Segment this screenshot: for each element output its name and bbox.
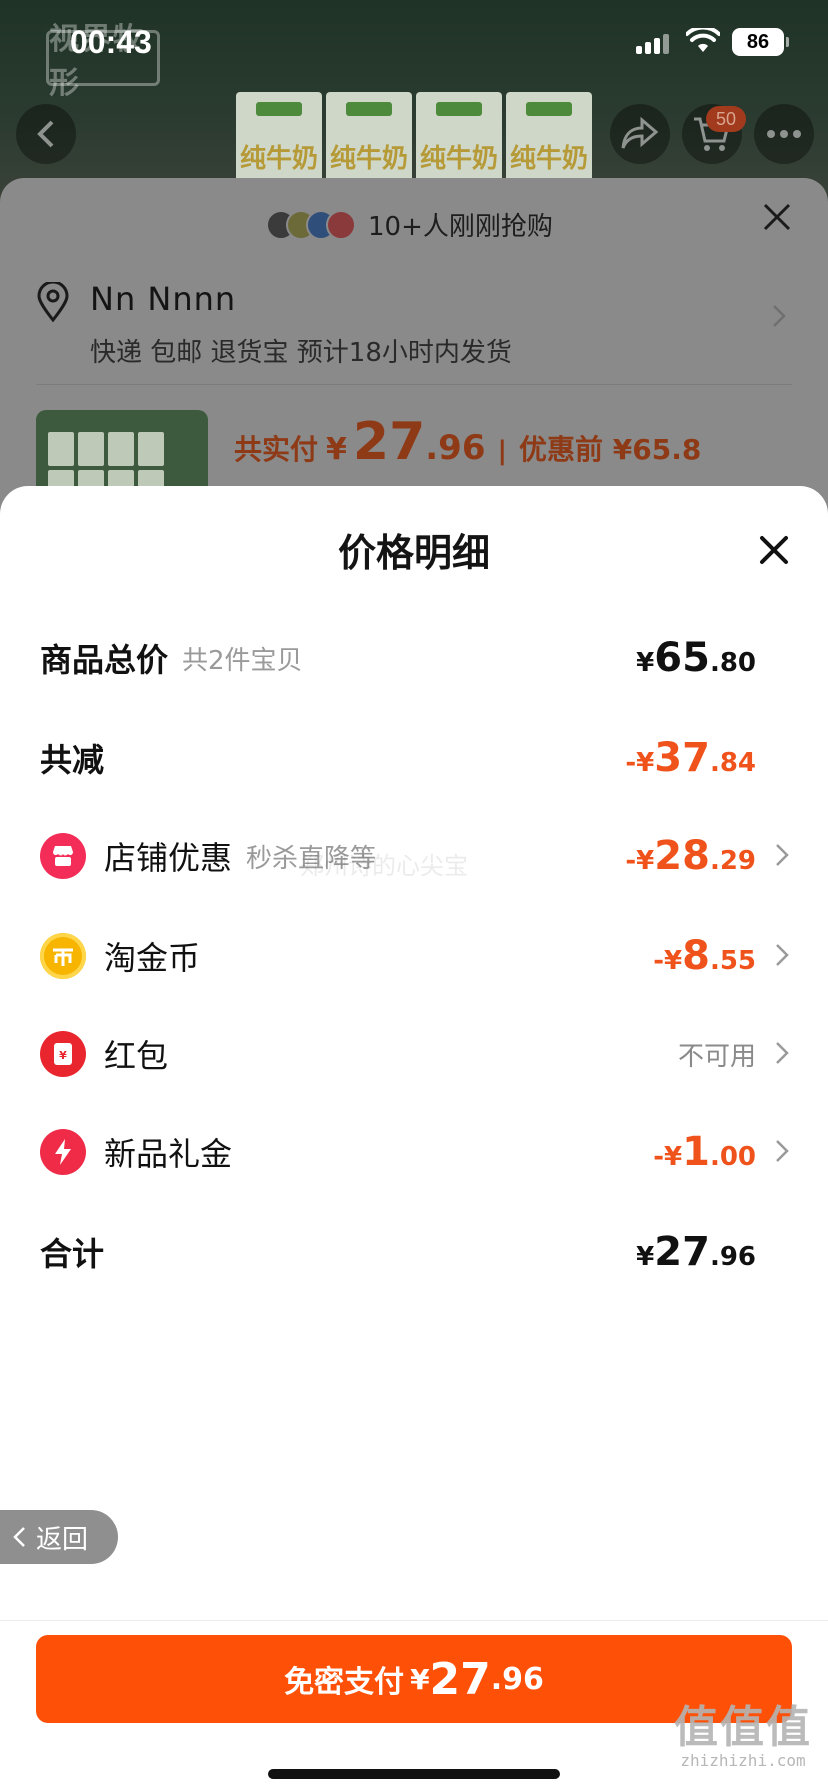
pay-yen: ¥ [326, 432, 347, 467]
row-taojinbi[interactable]: 淘金币 -¥ 8.55 [40, 926, 789, 986]
wifi-icon [686, 28, 720, 52]
row-amount: ¥27.96 [636, 1229, 756, 1275]
svg-text:¥: ¥ [59, 1049, 67, 1062]
chevron-left-icon [37, 120, 54, 148]
row-label: 新品礼金 [104, 1135, 233, 1173]
row-status: 不可用 [677, 1041, 756, 1072]
return-button[interactable]: 返回 [0, 1510, 118, 1564]
row-item-total: 商品总价 共2件宝贝 ¥65.80 [40, 628, 756, 688]
cellular-signal-icon [636, 34, 669, 54]
sheet-title: 价格明细 [337, 531, 490, 575]
row-label: 商品总价 [40, 641, 169, 679]
buyers-text: 10+人刚刚抢购 [368, 212, 553, 242]
status-time: 00:43 [70, 24, 152, 60]
buyer-avatar [326, 209, 356, 240]
back-arrow-button[interactable] [16, 104, 76, 164]
divider [36, 384, 792, 385]
chevron-right-icon[interactable] [774, 1138, 790, 1164]
share-button[interactable] [610, 104, 670, 164]
row-sublabel: 秒杀直降等 [246, 843, 377, 874]
chevron-right-icon[interactable] [774, 942, 790, 968]
location-pin-icon [37, 282, 69, 322]
pay-separator: | [497, 436, 508, 466]
row-label: 共减 [40, 741, 105, 779]
pre-discount-price: 优惠前 ¥65.8 [519, 433, 702, 466]
more-dots-icon [767, 130, 801, 138]
close-icon[interactable] [758, 534, 790, 566]
battery-indicator: 86 [732, 28, 789, 56]
pay-button-dec: .96 [490, 1661, 544, 1697]
row-new-product-gift[interactable]: 新品礼金 -¥ 1.00 [40, 1122, 789, 1182]
row-label: 红包 [104, 1037, 169, 1075]
row-grand-total: 合计 ¥27.96 [40, 1222, 756, 1282]
recent-buyers: 10+人刚刚抢购 [266, 206, 553, 243]
row-amount: -¥ 28.29 [625, 833, 756, 879]
more-button[interactable] [754, 104, 814, 164]
store-icon [40, 833, 86, 879]
row-amount: -¥ 37.84 [625, 735, 756, 781]
coin-icon [40, 933, 86, 979]
close-icon[interactable] [762, 202, 792, 232]
pay-button-int: 27 [429, 1653, 491, 1705]
order-confirm-sheet: 10+人刚刚抢购 Nn Nnnn 快递 包邮 退货宝 预计18小时内发货 共实付… [0, 178, 828, 538]
row-label: 店铺优惠 [104, 839, 233, 877]
shipping-info: 快递 包邮 退货宝 预计18小时内发货 [90, 338, 512, 368]
pay-label: 共实付 [234, 433, 319, 466]
pay-button-label: 免密支付 [284, 1665, 405, 1700]
chevron-right-icon[interactable] [774, 842, 790, 868]
pay-int: 27 [352, 412, 426, 472]
chevron-right-icon[interactable] [772, 304, 786, 328]
row-amount: -¥ 8.55 [653, 933, 756, 979]
cart-count-badge: 50 [706, 106, 746, 132]
chevron-left-icon [13, 1527, 25, 1547]
address-name[interactable]: Nn Nnnn [90, 280, 236, 318]
red-packet-icon: ¥ [40, 1031, 86, 1077]
order-total-line: 共实付 ¥ 27 .96 | 优惠前 ¥65.8 [234, 412, 701, 472]
row-sublabel: 共2件宝贝 [182, 645, 303, 676]
row-red-packet[interactable]: ¥ 红包 不可用 [40, 1024, 789, 1084]
price-detail-sheet: 价格明细 商品总价 共2件宝贝 ¥65.80 共减 -¥ 37.84 店铺优惠 秒… [0, 486, 828, 1792]
row-amount: -¥ 1.00 [653, 1129, 756, 1175]
status-bar: 00:43 86 [0, 0, 828, 90]
row-store-discount[interactable]: 店铺优惠 秒杀直降等 -¥ 28.29 [40, 826, 789, 886]
chevron-right-icon[interactable] [774, 1040, 790, 1066]
site-watermark: 值值值 zhizhizhi.com [674, 1702, 812, 1770]
row-amount: ¥65.80 [636, 635, 756, 681]
share-icon [621, 116, 659, 149]
lightning-icon [40, 1129, 86, 1175]
return-label: 返回 [36, 1524, 89, 1555]
bottom-bar: 免密支付 ¥ 27 .96 值值值 zhizhizhi.com [0, 1620, 828, 1792]
pay-button-sign: ¥ [410, 1662, 430, 1696]
row-total-discount: 共减 -¥ 37.84 [40, 728, 756, 788]
home-indicator [268, 1769, 560, 1779]
row-label: 合计 [40, 1235, 105, 1273]
row-label: 淘金币 [104, 939, 201, 977]
pay-dec: .96 [425, 428, 486, 468]
